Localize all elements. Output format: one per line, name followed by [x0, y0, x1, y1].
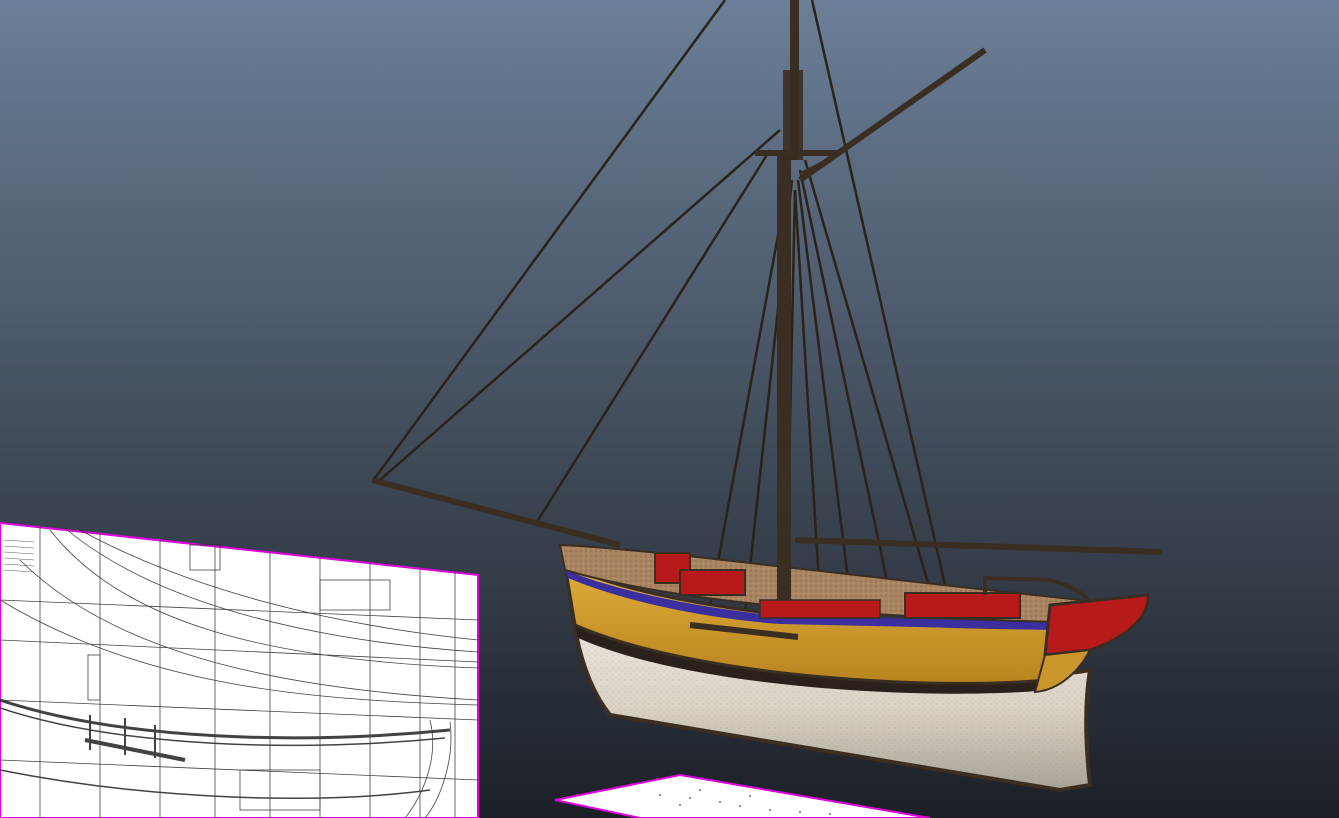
3d-viewport[interactable] [0, 0, 1339, 818]
side-profile-blueprint[interactable] [0, 521, 479, 818]
viewport-scene[interactable] [0, 0, 1339, 818]
mast[interactable] [777, 150, 791, 600]
aft-cabin[interactable] [904, 592, 1021, 619]
